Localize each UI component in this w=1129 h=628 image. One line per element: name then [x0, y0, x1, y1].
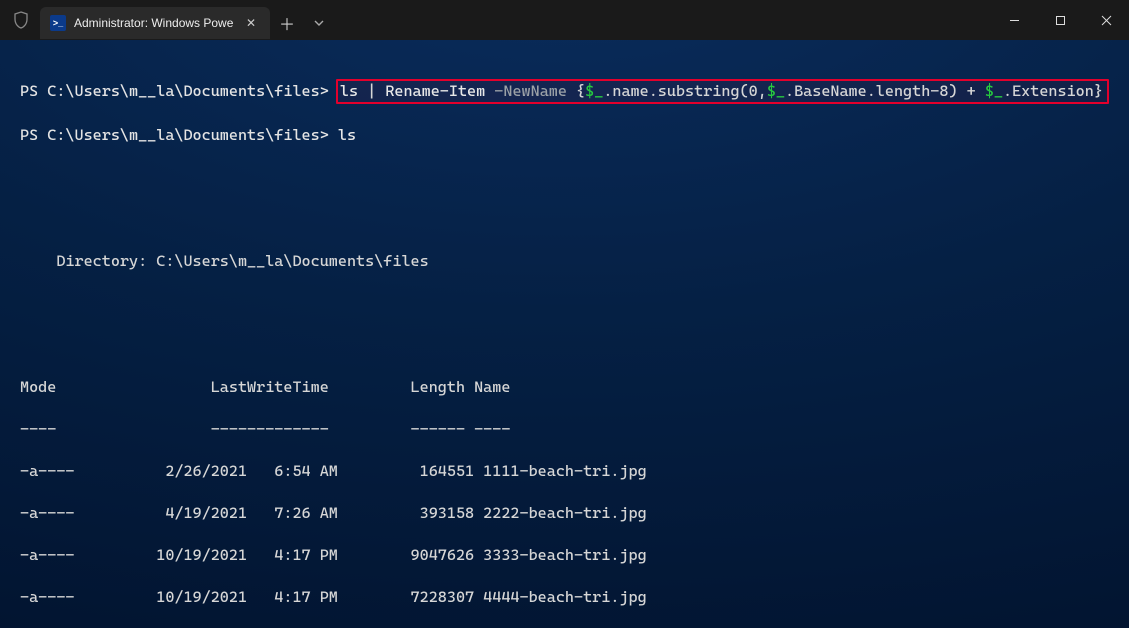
- tok-var2: $_: [767, 82, 785, 100]
- maximize-button[interactable]: [1037, 0, 1083, 40]
- table-row: -a---- 10/19/2021 4:17 PM 9047626 3333-b…: [20, 545, 1109, 566]
- close-window-button[interactable]: [1083, 0, 1129, 40]
- tok-var1: $_: [585, 82, 603, 100]
- tok-brace-close: }: [1094, 82, 1103, 100]
- terminal-window: >_ Administrator: Windows Powe ✕ ＋ PS C:…: [0, 0, 1129, 628]
- powershell-icon: >_: [50, 15, 66, 31]
- table-row: -a---- 2/26/2021 6:54 AM 164551 1111-bea…: [20, 461, 1109, 482]
- tok-zero: 0: [749, 82, 758, 100]
- tok-var3: $_: [985, 82, 1003, 100]
- tok-ext: .Extension: [1003, 82, 1094, 100]
- window-controls: [991, 0, 1129, 40]
- table-divider: ---- ------------- ------ ----: [20, 419, 1109, 440]
- table-row: -a---- 4/19/2021 7:26 AM 393158 2222-bea…: [20, 503, 1109, 524]
- tok-ls: ls: [340, 82, 358, 100]
- tok-ls2: ls: [329, 126, 356, 144]
- tab-close-button[interactable]: ✕: [242, 14, 260, 32]
- titlebar[interactable]: >_ Administrator: Windows Powe ✕ ＋: [0, 0, 1129, 40]
- tok-brace-open: {: [576, 82, 585, 100]
- blank: [20, 209, 1109, 230]
- table-row: -a---- 10/19/2021 4:17 PM 7228307 4444-b…: [20, 587, 1109, 608]
- tab-dropdown-button[interactable]: [304, 7, 334, 39]
- blank: [20, 335, 1109, 356]
- terminal-body[interactable]: PS C:\Users\m__la\Documents\files> ls | …: [0, 40, 1129, 628]
- blank: [20, 167, 1109, 188]
- tab-title: Administrator: Windows Powe: [74, 16, 233, 30]
- prompt: PS C:\Users\m__la\Documents\files>: [20, 82, 329, 100]
- new-tab-button[interactable]: ＋: [270, 7, 304, 39]
- tok-substr: .name.substring(: [603, 82, 748, 100]
- tok-plus: +: [958, 82, 985, 100]
- highlight-box: ls | Rename-Item -NewName {$_.name.subst…: [336, 79, 1109, 104]
- shield-icon: [8, 0, 34, 40]
- line-cmd-2: PS C:\Users\m__la\Documents\files> ls: [20, 125, 1109, 146]
- prompt: PS C:\Users\m__la\Documents\files>: [20, 126, 329, 144]
- dir-line: Directory: C:\Users\m__la\Documents\file…: [20, 251, 1109, 272]
- titlebar-left: >_ Administrator: Windows Powe ✕ ＋: [0, 0, 334, 40]
- tab-powershell[interactable]: >_ Administrator: Windows Powe ✕: [40, 7, 270, 39]
- blank: [20, 293, 1109, 314]
- line-cmd-1: PS C:\Users\m__la\Documents\files> ls | …: [20, 79, 1109, 104]
- table-header: Mode LastWriteTime Length Name: [20, 377, 1109, 398]
- tok-paren: ): [948, 82, 957, 100]
- tok-baselen: .BaseName.length: [785, 82, 930, 100]
- tok-newname: -NewName: [485, 82, 576, 100]
- tok-comma: ,: [758, 82, 767, 100]
- tok-rename: Rename-Item: [385, 82, 485, 100]
- minimize-button[interactable]: [991, 0, 1037, 40]
- tok-pipe: |: [358, 82, 385, 100]
